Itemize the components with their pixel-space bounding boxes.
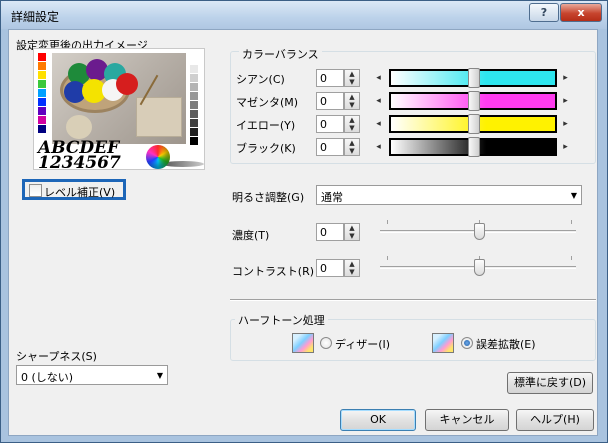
color-balance-spin[interactable]: 0 ▲ ▼: [316, 138, 362, 156]
color-balance-thumb[interactable]: [468, 114, 480, 134]
color-balance-spin[interactable]: 0 ▲ ▼: [316, 92, 362, 110]
color-balance-label: マゼンタ(M): [236, 96, 299, 109]
window-title: 詳細設定: [11, 10, 60, 24]
ok-button[interactable]: OK: [340, 409, 416, 431]
color-balance-thumb[interactable]: [468, 68, 480, 88]
dither-radio[interactable]: [320, 337, 332, 349]
brightness-label: 明るさ調整(G): [232, 191, 305, 204]
brightness-select-value: 通常: [321, 191, 343, 204]
color-balance-label: ブラック(K): [236, 142, 296, 155]
level-correction-checkbox[interactable]: [29, 184, 42, 197]
chevron-down-icon: ▼: [570, 191, 577, 200]
density-spin[interactable]: 0 ▲ ▼: [316, 223, 362, 241]
yarn-basket-photo: [52, 53, 186, 144]
color-sphere-icon: [146, 145, 170, 169]
error-diffusion-label[interactable]: 誤差拡散(E): [476, 336, 536, 352]
error-diffusion-pattern-icon: [432, 333, 454, 353]
brightness-select[interactable]: 通常 ▼: [316, 185, 582, 205]
contrast-label: コントラスト(R): [232, 265, 315, 278]
level-correction-label[interactable]: レベル補正(V): [44, 184, 115, 200]
spin-arrows-icon[interactable]: ▲ ▼: [344, 223, 360, 241]
color-swatch-column-left: [38, 53, 48, 134]
color-balance-value[interactable]: 0: [316, 92, 344, 110]
title-bar[interactable]: 詳細設定 ? x: [1, 1, 607, 29]
color-balance-title: カラーバランス: [239, 46, 322, 62]
slider-right-arrow-icon[interactable]: ▸: [559, 69, 572, 87]
color-balance-spin[interactable]: 0 ▲ ▼: [316, 69, 362, 87]
sharpness-select-value: 0 (しない): [21, 371, 74, 384]
slider-right-arrow-icon[interactable]: ▸: [559, 138, 572, 156]
sample-text: ABCDEF 1234567: [38, 140, 158, 173]
error-diffusion-radio[interactable]: [461, 337, 473, 349]
color-balance-spin[interactable]: 0 ▲ ▼: [316, 115, 362, 133]
output-preview: ABCDEF 1234567: [33, 48, 205, 173]
reset-defaults-button[interactable]: 標準に戻す(D): [507, 372, 593, 394]
separator: [230, 299, 596, 301]
contrast-spin[interactable]: 0 ▲ ▼: [316, 259, 362, 277]
dither-label[interactable]: ディザー(I): [335, 336, 390, 352]
density-value[interactable]: 0: [316, 223, 344, 241]
contrast-value[interactable]: 0: [316, 259, 344, 277]
spin-arrows-icon[interactable]: ▲ ▼: [344, 259, 360, 277]
help-title-button[interactable]: ?: [529, 3, 559, 22]
density-slider-thumb[interactable]: [474, 223, 485, 240]
dialog-client-area: 設定変更後の出力イメージ ABCDEF 1234567 レベル補正(V) カラー…: [8, 29, 598, 436]
sharpness-select[interactable]: 0 (しない) ▼: [16, 365, 168, 385]
slider-right-arrow-icon[interactable]: ▸: [559, 115, 572, 133]
spin-arrows-icon[interactable]: ▲ ▼: [344, 138, 360, 156]
color-balance-thumb[interactable]: [468, 91, 480, 111]
spin-arrows-icon[interactable]: ▲ ▼: [344, 115, 360, 133]
contrast-slider-thumb[interactable]: [474, 259, 485, 276]
slider-left-arrow-icon[interactable]: ◂: [372, 92, 385, 110]
spin-arrows-icon[interactable]: ▲ ▼: [344, 69, 360, 87]
color-balance-value[interactable]: 0: [316, 138, 344, 156]
slider-left-arrow-icon[interactable]: ◂: [372, 115, 385, 133]
help-button[interactable]: ヘルプ(H): [516, 409, 594, 431]
sample-text-line2: 1234567: [38, 153, 121, 173]
halftone-title: ハーフトーン処理: [235, 312, 328, 328]
slider-right-arrow-icon[interactable]: ▸: [559, 92, 572, 110]
dither-pattern-icon: [292, 333, 314, 353]
color-balance-thumb[interactable]: [468, 137, 480, 157]
chevron-down-icon: ▼: [156, 371, 163, 380]
cancel-button[interactable]: キャンセル: [425, 409, 509, 431]
color-balance-label: シアン(C): [236, 73, 285, 86]
color-balance-label: イエロー(Y): [236, 119, 296, 132]
color-balance-value[interactable]: 0: [316, 69, 344, 87]
gray-swatch-column-right: [190, 65, 200, 146]
density-label: 濃度(T): [232, 229, 270, 242]
close-button[interactable]: x: [560, 3, 602, 22]
color-balance-value[interactable]: 0: [316, 115, 344, 133]
sharpness-label: シャープネス(S): [16, 350, 97, 363]
slider-left-arrow-icon[interactable]: ◂: [372, 69, 385, 87]
spin-arrows-icon[interactable]: ▲ ▼: [344, 92, 360, 110]
slider-left-arrow-icon[interactable]: ◂: [372, 138, 385, 156]
